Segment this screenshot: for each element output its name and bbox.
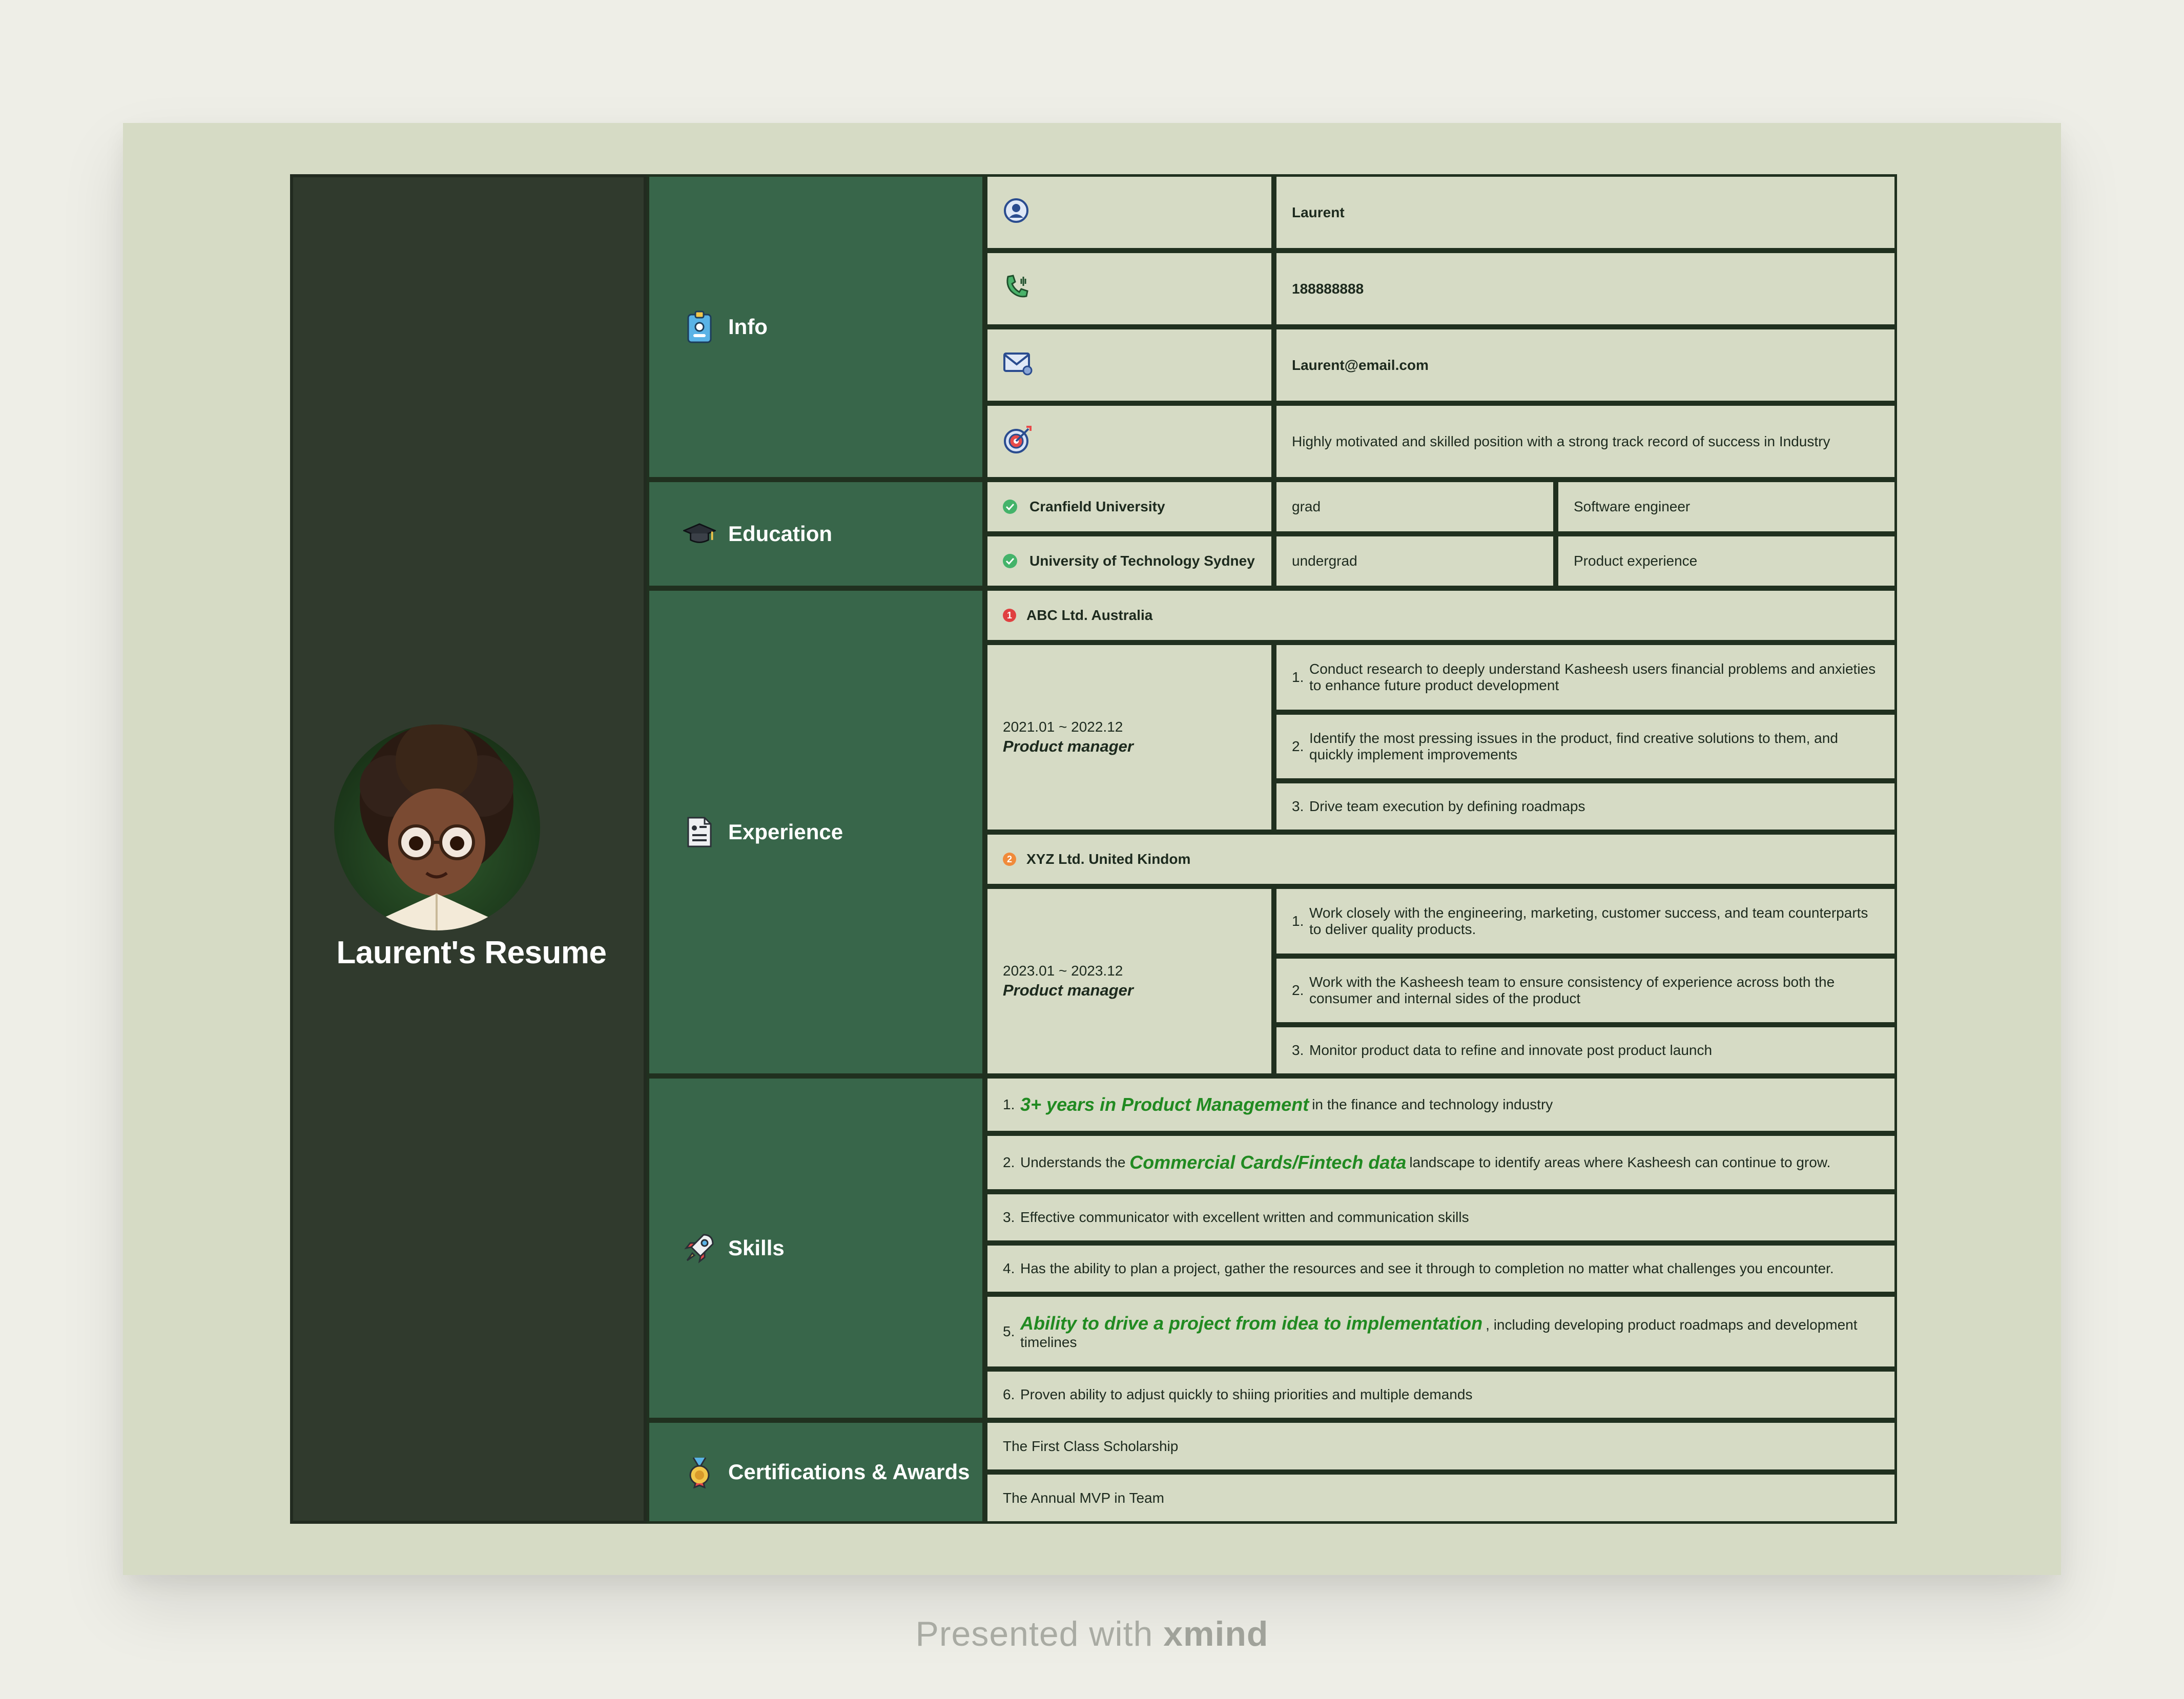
category-certs-label: Certifications & Awards xyxy=(728,1460,970,1484)
experience-period: 2023.01 ~ 2023.12 Product manager xyxy=(985,886,1274,1076)
info-objective: Highly motivated and skilled position wi… xyxy=(1274,403,1897,480)
content-column: Info Laurent 188888888 Laurent@email.com… xyxy=(647,174,1897,1524)
info-row-name: Laurent xyxy=(985,174,1897,251)
info-icon-cell xyxy=(985,174,1274,251)
certs-rows: The First Class Scholarship The Annual M… xyxy=(985,1420,1897,1524)
resume-card: Laurent's Resume Info Laurent 188888888 … xyxy=(123,123,2061,1575)
medal-icon xyxy=(683,1456,716,1488)
experience-company-row: 2 XYZ Ltd. United Kindom xyxy=(985,832,1897,886)
duty-item: 2. Identify the most pressing issues in t… xyxy=(1274,712,1897,781)
section-certs: Certifications & Awards The First Class … xyxy=(647,1420,1897,1524)
badge-id-icon xyxy=(683,310,716,343)
experience-detail-row: 2023.01 ~ 2023.12 Product manager 1. Work… xyxy=(985,886,1897,1076)
mindmap-table: Laurent's Resume Info Laurent 188888888 … xyxy=(290,174,1897,1524)
experience-company: 2 XYZ Ltd. United Kindom xyxy=(985,832,1897,886)
target-icon xyxy=(1003,425,1033,458)
graduation-cap-icon xyxy=(683,517,716,550)
resume-title: Laurent's Resume xyxy=(336,935,607,970)
education-school: University of Technology Sydney xyxy=(985,534,1274,588)
duty-item: 1. Work closely with the engineering, mar… xyxy=(1274,886,1897,956)
info-row-objective: Highly motivated and skilled position wi… xyxy=(985,403,1897,480)
skill-item: 1. 3+ years in Product Management in the f… xyxy=(985,1076,1897,1133)
category-certs[interactable]: Certifications & Awards xyxy=(647,1420,985,1524)
info-row-phone: 188888888 xyxy=(985,251,1897,327)
education-field: Software engineer xyxy=(1556,480,1897,534)
experience-dates: 2021.01 ~ 2022.12 xyxy=(1003,719,1123,735)
skill-item: 6. Proven ability to adjust quickly to sh… xyxy=(985,1369,1897,1420)
education-field: Product experience xyxy=(1556,534,1897,588)
section-education: Education Cranfield University grad Soft… xyxy=(647,480,1897,588)
education-row: Cranfield University grad Software engin… xyxy=(985,480,1897,534)
person-icon xyxy=(1003,197,1029,227)
experience-role: Product manager xyxy=(1003,981,1134,999)
info-rows: Laurent 188888888 Laurent@email.com High… xyxy=(985,174,1897,480)
experience-role: Product manager xyxy=(1003,737,1134,755)
duty-item: 3. Monitor product data to refine and inn… xyxy=(1274,1025,1897,1076)
skills-rows: 1. 3+ years in Product Management in the f… xyxy=(985,1076,1897,1420)
skill-item: 5. Ability to drive a project from idea t… xyxy=(985,1294,1897,1369)
rocket-icon xyxy=(683,1232,716,1265)
experience-period: 2021.01 ~ 2022.12 Product manager xyxy=(985,643,1274,832)
experience-duties: 1. Work closely with the engineering, mar… xyxy=(1274,886,1897,1076)
section-info: Info Laurent 188888888 Laurent@email.com… xyxy=(647,174,1897,480)
mail-icon xyxy=(1003,351,1033,379)
category-info[interactable]: Info xyxy=(647,174,985,480)
info-email: Laurent@email.com xyxy=(1274,327,1897,403)
skill-item: 4. Has the ability to plan a project, gat… xyxy=(985,1243,1897,1294)
education-rows: Cranfield University grad Software engin… xyxy=(985,480,1897,588)
xmind-logo[interactable]: xmind xyxy=(1163,1614,1268,1653)
category-skills[interactable]: Skills xyxy=(647,1076,985,1420)
info-name: Laurent xyxy=(1274,174,1897,251)
duty-item: 3. Drive team execution by defining roadm… xyxy=(1274,781,1897,832)
category-info-label: Info xyxy=(728,315,768,339)
duty-item: 2. Work with the Kasheesh team to ensure … xyxy=(1274,956,1897,1025)
check-icon xyxy=(1003,500,1017,514)
experience-rows: 1 ABC Ltd. Australia 2021.01 ~ 2022.12 P… xyxy=(985,588,1897,1076)
cert-item: The First Class Scholarship xyxy=(985,1420,1897,1472)
info-phone: 188888888 xyxy=(1274,251,1897,327)
priority-2-icon: 2 xyxy=(1003,853,1016,866)
education-row: University of Technology Sydney undergra… xyxy=(985,534,1897,588)
cert-item: The Annual MVP in Team xyxy=(985,1472,1897,1524)
phone-icon xyxy=(1003,273,1032,305)
info-icon-cell xyxy=(985,251,1274,327)
experience-dates: 2023.01 ~ 2023.12 xyxy=(1003,963,1123,979)
education-level: undergrad xyxy=(1274,534,1556,588)
experience-duties: 1. Conduct research to deeply understand … xyxy=(1274,643,1897,832)
duty-item: 1. Conduct research to deeply understand … xyxy=(1274,643,1897,712)
skill-item: 3. Effective communicator with excellent … xyxy=(985,1192,1897,1243)
info-row-email: Laurent@email.com xyxy=(985,327,1897,403)
info-icon-cell xyxy=(985,403,1274,480)
experience-detail-row: 2021.01 ~ 2022.12 Product manager 1. Cond… xyxy=(985,643,1897,832)
category-skills-label: Skills xyxy=(728,1236,785,1260)
section-skills: Skills 1. 3+ years in Product Management i… xyxy=(647,1076,1897,1420)
info-icon-cell xyxy=(985,327,1274,403)
footer: Presented with xmind xyxy=(0,1614,2184,1654)
document-icon xyxy=(683,816,716,848)
experience-company: 1 ABC Ltd. Australia xyxy=(985,588,1897,643)
category-education[interactable]: Education xyxy=(647,480,985,588)
priority-1-icon: 1 xyxy=(1003,609,1016,622)
education-school: Cranfield University xyxy=(985,480,1274,534)
skill-item: 2. Understands the Commercial Cards/Finte… xyxy=(985,1133,1897,1192)
check-icon xyxy=(1003,554,1017,568)
category-experience[interactable]: Experience xyxy=(647,588,985,1076)
avatar xyxy=(334,724,540,930)
category-education-label: Education xyxy=(728,522,833,546)
footer-text: Presented with xyxy=(915,1614,1164,1653)
section-experience: Experience 1 ABC Ltd. Australia 2021.01 … xyxy=(647,588,1897,1076)
education-level: grad xyxy=(1274,480,1556,534)
experience-company-row: 1 ABC Ltd. Australia xyxy=(985,588,1897,643)
category-experience-label: Experience xyxy=(728,820,843,844)
title-column: Laurent's Resume xyxy=(290,174,647,1524)
